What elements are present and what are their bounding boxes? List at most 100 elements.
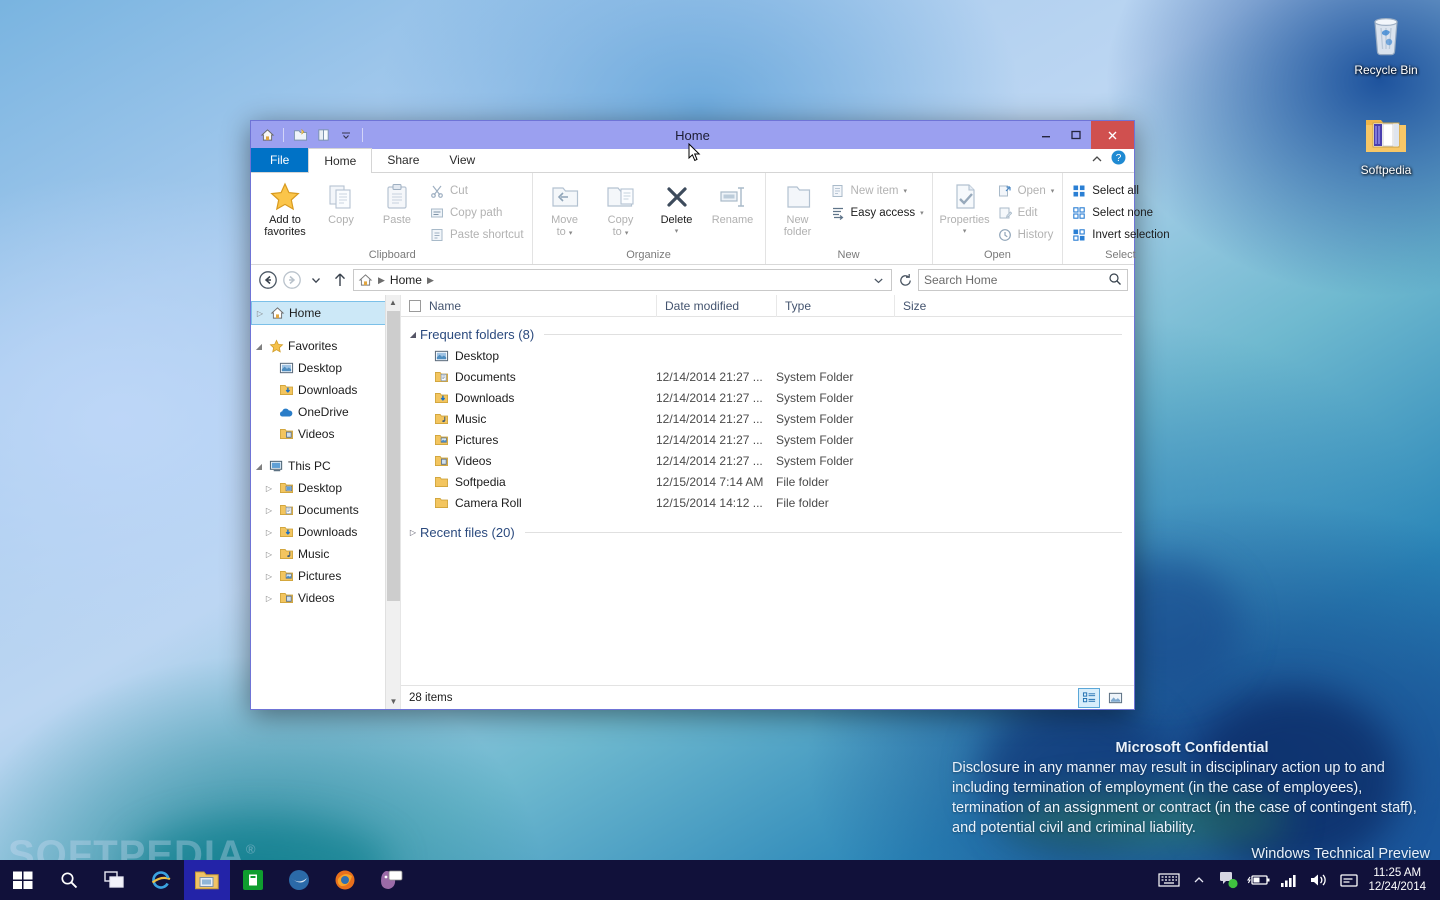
home-icon[interactable]: [257, 125, 277, 145]
file-list[interactable]: ◢ Frequent folders (8): [401, 317, 1134, 685]
chevron-right-icon[interactable]: ▷: [261, 484, 277, 493]
task-view-icon[interactable]: [92, 860, 138, 900]
rename-button[interactable]: Rename: [705, 178, 761, 226]
nav-item-favorites-videos[interactable]: Videos: [251, 423, 400, 445]
file-name-cell[interactable]: Music: [401, 412, 656, 426]
column-header-date-modified[interactable]: Date modified: [656, 295, 776, 317]
home-icon[interactable]: [358, 273, 373, 287]
window-titlebar[interactable]: Home: [251, 121, 1134, 149]
up-arrow-icon[interactable]: [329, 269, 351, 291]
nav-item-pc-music[interactable]: ▷ Music: [251, 543, 400, 565]
desktop-icon-softpedia[interactable]: Softpedia: [1340, 110, 1432, 177]
table-row[interactable]: Camera Roll 12/15/2014 14:12 ... File fo…: [401, 492, 1134, 513]
delete-dropdown-caret[interactable]: ▾: [675, 226, 679, 238]
open-button[interactable]: Open ▾: [993, 180, 1059, 202]
chevron-right-icon[interactable]: ▷: [252, 309, 268, 318]
select-all-checkbox[interactable]: [401, 295, 421, 317]
window-controls[interactable]: [1031, 121, 1134, 149]
table-row[interactable]: Music 12/14/2014 21:27 ... System Folder: [401, 408, 1134, 429]
taskbar[interactable]: 11:25 AM 12/24/2014: [0, 860, 1440, 900]
file-name-cell[interactable]: Softpedia: [401, 475, 656, 489]
history-button[interactable]: History: [993, 224, 1059, 246]
chevron-down-icon[interactable]: ▾: [903, 187, 907, 195]
magnifier-icon[interactable]: [1108, 272, 1122, 289]
show-hidden-icons-icon[interactable]: [1184, 860, 1214, 900]
breadcrumb-separator[interactable]: ▶: [422, 275, 439, 286]
ribbon-tabstrip[interactable]: File Home Share View ?: [251, 149, 1134, 173]
taskbar-item-thunderbird[interactable]: [276, 860, 322, 900]
action-center-icon[interactable]: [1334, 860, 1364, 900]
copy-button[interactable]: Copy: [313, 178, 369, 226]
view-buttons[interactable]: [1078, 688, 1126, 708]
taskbar-item-internet-explorer[interactable]: [138, 860, 184, 900]
windows-start-icon[interactable]: [0, 860, 46, 900]
chevron-down-icon[interactable]: ▾: [920, 209, 924, 217]
table-row[interactable]: Desktop: [401, 345, 1134, 366]
file-name-cell[interactable]: Videos: [401, 454, 656, 468]
nav-item-pc-videos[interactable]: ▷ Videos: [251, 587, 400, 609]
paste-shortcut-button[interactable]: Paste shortcut: [425, 224, 528, 246]
table-row[interactable]: Downloads 12/14/2014 21:27 ... System Fo…: [401, 387, 1134, 408]
navigation-pane[interactable]: ▷ Home ◢: [251, 295, 401, 709]
close-button[interactable]: [1091, 121, 1134, 149]
pidgin-tray-icon[interactable]: [1214, 860, 1244, 900]
paste-button[interactable]: Paste: [369, 178, 425, 226]
group-header-frequent-folders[interactable]: ◢ Frequent folders (8): [401, 323, 1134, 345]
recent-locations-icon[interactable]: [305, 269, 327, 291]
select-all-button[interactable]: Select all: [1067, 180, 1173, 202]
breadcrumb-bar[interactable]: ▶ Home ▶: [353, 269, 892, 291]
navpane-scrollbar[interactable]: ▲ ▼: [385, 295, 400, 709]
maximize-button[interactable]: [1061, 121, 1091, 149]
folder-tree[interactable]: ▷ Home ◢: [251, 295, 400, 609]
chevron-down-icon[interactable]: ▾: [1051, 187, 1055, 195]
add-to-favorites-button[interactable]: Add to favorites: [257, 178, 313, 238]
nav-item-pc-documents[interactable]: ▷ Documents: [251, 499, 400, 521]
file-name-cell[interactable]: Downloads: [401, 391, 656, 405]
table-row[interactable]: Documents 12/14/2014 21:27 ... System Fo…: [401, 366, 1134, 387]
new-item-button[interactable]: New item ▾: [826, 180, 928, 202]
chevron-up-icon[interactable]: [1091, 151, 1103, 169]
scrollbar-thumb[interactable]: [387, 311, 400, 601]
desktop-icon-recycle-bin[interactable]: Recycle Bin: [1340, 10, 1432, 77]
new-folder-button[interactable]: New folder: [770, 178, 826, 238]
system-tray[interactable]: 11:25 AM 12/24/2014: [1154, 860, 1440, 900]
search-icon[interactable]: [46, 860, 92, 900]
taskbar-item-store[interactable]: [230, 860, 276, 900]
nav-item-this-pc[interactable]: ◢ This PC: [251, 455, 400, 477]
properties-button[interactable]: Properties ▾: [937, 178, 993, 238]
delete-button[interactable]: Delete ▾: [649, 178, 705, 238]
nav-item-pc-desktop[interactable]: ▷ Desktop: [251, 477, 400, 499]
file-explorer-window[interactable]: Home File Home Share View: [250, 120, 1135, 710]
column-header-type[interactable]: Type: [776, 295, 894, 317]
group-header-recent-files[interactable]: ▷ Recent files (20): [401, 521, 1134, 543]
chevron-right-icon[interactable]: ▷: [406, 528, 420, 537]
chevron-right-icon[interactable]: ▷: [261, 572, 277, 581]
nav-item-pc-downloads[interactable]: ▷ Downloads: [251, 521, 400, 543]
cut-button[interactable]: Cut: [425, 180, 528, 202]
chevron-right-icon[interactable]: ▷: [261, 550, 277, 559]
scroll-up-arrow-icon[interactable]: ▲: [386, 295, 400, 310]
chevron-down-icon[interactable]: ◢: [251, 462, 267, 471]
properties-icon[interactable]: [313, 125, 333, 145]
file-name-cell[interactable]: Camera Roll: [401, 496, 656, 510]
properties-dropdown-caret[interactable]: ▾: [963, 226, 967, 238]
file-name-cell[interactable]: Documents: [401, 370, 656, 384]
file-name-cell[interactable]: Desktop: [401, 349, 656, 363]
address-bar-row[interactable]: ▶ Home ▶ Search Home: [251, 265, 1134, 295]
customize-qat-icon[interactable]: [336, 125, 356, 145]
nav-item-favorites-desktop[interactable]: Desktop: [251, 357, 400, 379]
column-header-name[interactable]: Name: [421, 295, 656, 317]
network-signal-icon[interactable]: [1274, 860, 1304, 900]
copy-path-button[interactable]: Copy path: [425, 202, 528, 224]
nav-item-favorites-downloads[interactable]: Downloads: [251, 379, 400, 401]
quick-access-toolbar[interactable]: [251, 125, 366, 145]
tab-share[interactable]: Share: [372, 148, 434, 172]
column-header-size[interactable]: Size: [894, 295, 984, 317]
nav-item-pc-pictures[interactable]: ▷ Pictures: [251, 565, 400, 587]
touch-keyboard-icon[interactable]: [1154, 860, 1184, 900]
table-row[interactable]: Softpedia 12/15/2014 7:14 AM File folder: [401, 471, 1134, 492]
edit-button[interactable]: Edit: [993, 202, 1059, 224]
tab-home[interactable]: Home: [308, 148, 372, 173]
forward-arrow-icon[interactable]: [281, 269, 303, 291]
taskbar-item-file-explorer[interactable]: [184, 860, 230, 900]
